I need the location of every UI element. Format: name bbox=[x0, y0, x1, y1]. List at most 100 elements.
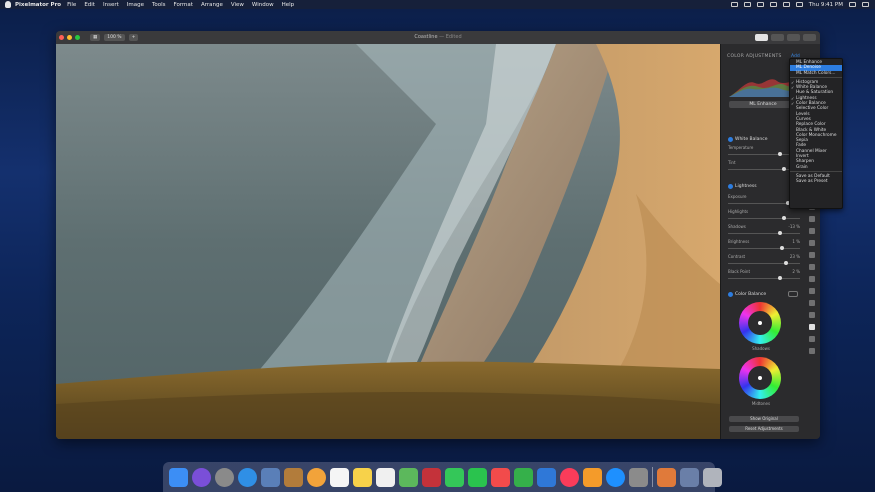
shadows-knob[interactable] bbox=[778, 231, 783, 235]
brightness-slider[interactable] bbox=[728, 246, 800, 250]
trash-icon[interactable] bbox=[703, 467, 722, 487]
tools-toggle-button[interactable] bbox=[803, 34, 816, 41]
menu-tools[interactable]: Tools bbox=[152, 2, 166, 8]
pen-tool-icon[interactable] bbox=[809, 288, 815, 294]
menu-help[interactable]: Help bbox=[282, 2, 295, 8]
music-icon[interactable] bbox=[560, 467, 579, 487]
keynote-icon[interactable] bbox=[537, 467, 556, 487]
maps-icon[interactable] bbox=[399, 467, 418, 487]
menu-window[interactable]: Window bbox=[252, 2, 274, 8]
sidebar-toggle-button[interactable]: ▦ bbox=[90, 34, 101, 41]
apple-icon[interactable] bbox=[5, 1, 11, 8]
zoom-dropdown[interactable]: 100 % bbox=[104, 34, 125, 41]
retouch-tool-icon[interactable] bbox=[809, 216, 815, 222]
messages-icon[interactable] bbox=[445, 467, 464, 487]
facetime-icon[interactable] bbox=[468, 467, 487, 487]
menu-insert[interactable]: Insert bbox=[103, 2, 119, 8]
photo-booth-icon[interactable] bbox=[422, 467, 441, 487]
shadows-value[interactable]: -13 % bbox=[788, 224, 800, 229]
minimize-button[interactable] bbox=[67, 35, 72, 40]
volume-icon[interactable] bbox=[782, 2, 790, 7]
shadows-slider[interactable] bbox=[728, 231, 800, 235]
reset-adjustments-button[interactable]: Reset Adjustments bbox=[729, 426, 799, 432]
launchpad-icon[interactable] bbox=[215, 467, 234, 487]
menu-arrange[interactable]: Arrange bbox=[201, 2, 223, 8]
app-store-icon[interactable] bbox=[606, 467, 625, 487]
notefile-icon[interactable] bbox=[284, 467, 303, 487]
clock[interactable]: Thu 9:41 PM bbox=[809, 2, 843, 8]
magnify-tool-icon[interactable] bbox=[809, 348, 815, 354]
midtones-wheel-knob[interactable] bbox=[758, 376, 762, 380]
contrast-knob[interactable] bbox=[784, 261, 789, 265]
time-machine-icon[interactable] bbox=[743, 2, 751, 7]
fill-tool-icon[interactable] bbox=[809, 264, 815, 270]
brightness-value[interactable]: 1 % bbox=[792, 239, 800, 244]
black-point-knob[interactable] bbox=[778, 276, 783, 280]
menu-image[interactable]: Image bbox=[127, 2, 144, 8]
cloud-icon[interactable] bbox=[730, 2, 738, 7]
black-point-value[interactable]: 2 % bbox=[792, 269, 800, 274]
highlights-slider[interactable] bbox=[728, 216, 800, 220]
paint-brush-tool-button[interactable] bbox=[755, 34, 768, 41]
ml-enhance-button[interactable]: ML Enhance bbox=[729, 101, 797, 108]
finder-icon[interactable] bbox=[169, 467, 188, 487]
contrast-slider[interactable] bbox=[728, 261, 800, 265]
books-icon[interactable] bbox=[583, 467, 602, 487]
menu-format[interactable]: Format bbox=[174, 2, 193, 8]
news-icon[interactable] bbox=[491, 467, 510, 487]
type-tool-icon[interactable] bbox=[809, 312, 815, 318]
reminders-icon[interactable] bbox=[376, 467, 395, 487]
notification-center-icon[interactable] bbox=[862, 2, 869, 7]
menu-item-grain[interactable]: Grain bbox=[790, 165, 842, 170]
undo-tool-icon[interactable] bbox=[809, 276, 815, 282]
color-adjust-tool-icon[interactable] bbox=[809, 252, 815, 258]
crop-tool-button[interactable] bbox=[771, 34, 784, 41]
wifi-icon[interactable] bbox=[769, 2, 777, 7]
siri-icon[interactable] bbox=[192, 467, 211, 487]
effects-tool-icon[interactable] bbox=[809, 336, 815, 342]
downloads-icon[interactable] bbox=[680, 467, 699, 487]
spotlight-icon[interactable] bbox=[849, 2, 856, 7]
midtones-color-wheel[interactable] bbox=[739, 357, 781, 399]
menu-view[interactable]: View bbox=[231, 2, 244, 8]
lightness-toggle[interactable] bbox=[728, 184, 733, 189]
adjustments-tool-icon[interactable] bbox=[809, 324, 815, 330]
brightness-knob[interactable] bbox=[779, 246, 784, 250]
menu-file[interactable]: File bbox=[67, 2, 76, 8]
safari-icon[interactable] bbox=[238, 467, 257, 487]
lightness-section[interactable]: Lightness bbox=[728, 184, 757, 189]
photos-icon[interactable] bbox=[307, 467, 326, 487]
tint-knob[interactable] bbox=[782, 167, 786, 171]
close-button[interactable] bbox=[59, 35, 64, 40]
app-menu[interactable]: Pixelmator Pro bbox=[15, 2, 61, 8]
calendar-icon[interactable] bbox=[330, 467, 349, 487]
preview-icon[interactable] bbox=[261, 467, 280, 487]
pixelmator-icon[interactable] bbox=[657, 467, 676, 487]
menu-item-ml-match-colors[interactable]: ML Match Colors... bbox=[790, 71, 842, 76]
white-balance-toggle[interactable] bbox=[728, 136, 733, 142]
shape-tool-icon[interactable] bbox=[809, 300, 815, 306]
bluetooth-icon[interactable] bbox=[756, 2, 764, 7]
system-preferences-icon[interactable] bbox=[629, 467, 648, 487]
numbers-icon[interactable] bbox=[514, 467, 533, 487]
color-balance-section[interactable]: Color Balance bbox=[728, 291, 799, 297]
menu-edit[interactable]: Edit bbox=[84, 2, 95, 8]
shadows-color-wheel[interactable] bbox=[739, 302, 781, 344]
menu-item-save-as-preset[interactable]: Save as Preset bbox=[790, 179, 842, 184]
show-original-button[interactable]: Show Original bbox=[729, 416, 799, 422]
notes-icon[interactable] bbox=[353, 467, 372, 487]
battery-icon[interactable] bbox=[795, 2, 803, 7]
image-canvas[interactable] bbox=[56, 44, 720, 439]
light-tool-icon[interactable] bbox=[809, 240, 815, 246]
temperature-knob[interactable] bbox=[778, 152, 783, 156]
share-button[interactable] bbox=[787, 34, 800, 41]
contrast-value[interactable]: 23 % bbox=[790, 254, 800, 259]
highlights-knob[interactable] bbox=[782, 216, 786, 220]
zoom-button[interactable] bbox=[75, 35, 80, 40]
shadows-wheel-knob[interactable] bbox=[758, 321, 762, 325]
color-balance-options[interactable] bbox=[788, 291, 799, 297]
black-point-slider[interactable] bbox=[728, 276, 800, 280]
clone-tool-icon[interactable] bbox=[809, 228, 815, 234]
color-balance-toggle[interactable] bbox=[728, 291, 733, 297]
add-button[interactable]: + bbox=[128, 34, 139, 41]
